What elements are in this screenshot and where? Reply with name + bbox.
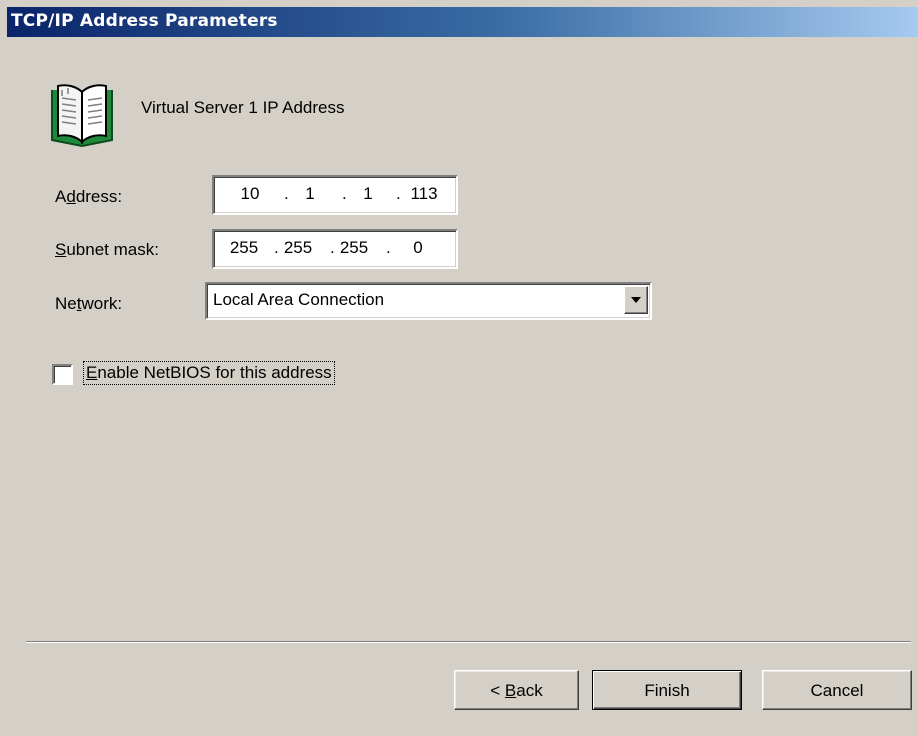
enable-netbios-checkbox[interactable]	[52, 364, 73, 385]
address-octet-2[interactable]: 1	[290, 184, 330, 204]
dialog-title: TCP/IP Address Parameters	[11, 11, 278, 31]
network-dropdown[interactable]: Local Area Connection	[205, 282, 652, 320]
subnet-mask-label: Subnet mask:	[55, 240, 159, 259]
subnet-octet-2[interactable]: 255	[278, 238, 318, 258]
back-button[interactable]: < Back	[454, 670, 579, 710]
network-label: Network:	[55, 294, 123, 313]
cancel-button[interactable]: Cancel	[762, 670, 912, 710]
subnet-octet-4[interactable]: 0	[398, 238, 438, 258]
button-separator	[26, 641, 911, 643]
dropdown-arrow-button[interactable]	[624, 286, 648, 314]
finish-button[interactable]: Finish	[592, 670, 742, 710]
chevron-down-icon	[631, 297, 641, 303]
octet-separator: .	[386, 238, 391, 257]
octet-separator: .	[284, 184, 289, 203]
address-octet-4[interactable]: 113	[404, 184, 444, 204]
subnet-mask-input[interactable]: 255 . 255 . 255 . 0	[212, 229, 458, 269]
octet-separator: .	[396, 184, 401, 203]
octet-separator: .	[342, 184, 347, 203]
enable-netbios-label[interactable]: Enable NetBIOS for this address	[83, 361, 335, 385]
open-book-icon	[51, 84, 113, 148]
page-heading: Virtual Server 1 IP Address	[141, 98, 345, 117]
address-octet-1[interactable]: 10	[230, 184, 270, 204]
address-octet-3[interactable]: 1	[348, 184, 388, 204]
title-bar: TCP/IP Address Parameters	[7, 7, 918, 37]
network-selected-value: Local Area Connection	[213, 290, 385, 309]
subnet-octet-3[interactable]: 255	[334, 238, 374, 258]
subnet-octet-1[interactable]: 255	[224, 238, 264, 258]
address-label: Address:	[55, 187, 123, 206]
address-input[interactable]: 10 . 1 . 1 . 113	[212, 175, 458, 215]
